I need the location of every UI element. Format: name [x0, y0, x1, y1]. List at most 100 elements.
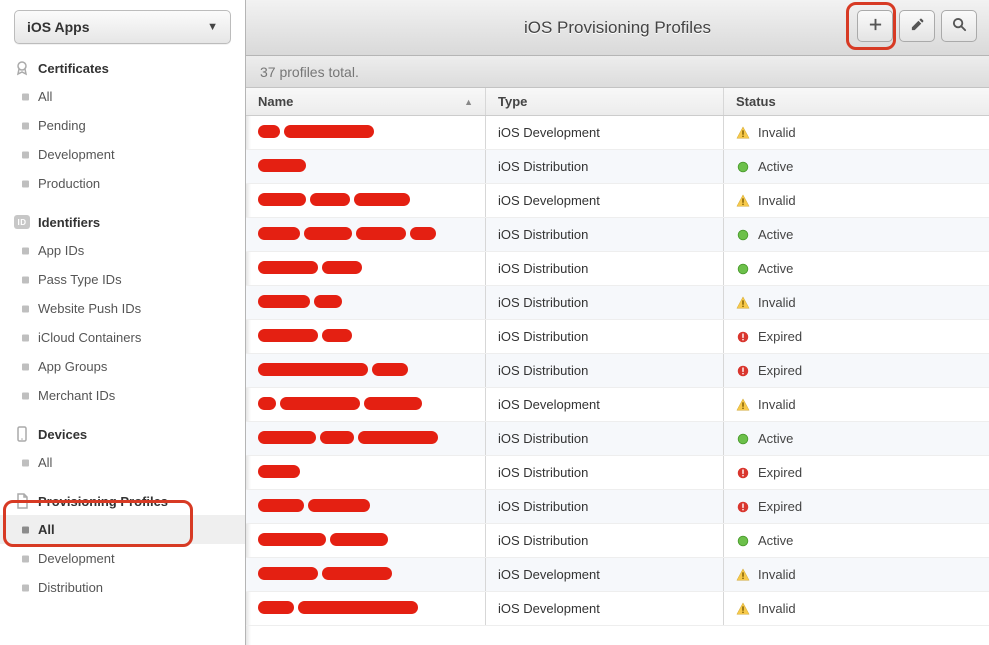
warning-icon: [736, 126, 750, 140]
cell-name: [246, 116, 486, 149]
column-header-name[interactable]: Name ▲: [246, 88, 486, 115]
sidebar-item-all[interactable]: All: [0, 515, 245, 544]
sidebar-item-app-groups[interactable]: App Groups: [0, 352, 245, 381]
cell-type: iOS Distribution: [486, 252, 724, 285]
sidebar-item-all[interactable]: All: [0, 82, 245, 111]
count-text: 37 profiles total.: [260, 64, 359, 80]
page-title: iOS Provisioning Profiles: [524, 18, 711, 38]
cell-status: Invalid: [724, 193, 989, 208]
cell-status: Active: [724, 227, 989, 242]
table-row[interactable]: iOS DistributionActive: [246, 252, 989, 286]
cell-type: iOS Distribution: [486, 456, 724, 489]
table-row[interactable]: iOS DevelopmentInvalid: [246, 184, 989, 218]
section-title: Identifiers: [38, 215, 100, 230]
table-row[interactable]: iOS DistributionExpired: [246, 490, 989, 524]
sidebar-section-provisioning-profiles[interactable]: Provisioning Profiles: [0, 487, 245, 515]
cell-type: iOS Distribution: [486, 320, 724, 353]
device-icon: [14, 426, 30, 442]
table-row[interactable]: iOS Distribution Expired: [246, 320, 989, 354]
redacted-name: [258, 431, 438, 447]
cell-name: [246, 558, 486, 591]
sidebar-section-certificates[interactable]: Certificates: [0, 54, 245, 82]
toolbar: iOS Provisioning Profiles: [246, 0, 989, 56]
status-label: Expired: [758, 329, 802, 344]
warning-icon: [736, 194, 750, 208]
cell-type: iOS Distribution: [486, 422, 724, 455]
app-category-dropdown[interactable]: iOS Apps ▼: [14, 10, 231, 44]
sidebar-item-production[interactable]: Production: [0, 169, 245, 198]
table-row[interactable]: iOS DistributionInvalid: [246, 286, 989, 320]
cell-status: Invalid: [724, 397, 989, 412]
add-button[interactable]: [857, 10, 893, 42]
sidebar-item-distribution[interactable]: Distribution: [0, 573, 245, 602]
cell-status: Invalid: [724, 567, 989, 582]
sidebar-item-icloud-containers[interactable]: iCloud Containers: [0, 323, 245, 352]
warning-icon: [736, 296, 750, 310]
section-title: Devices: [38, 427, 87, 442]
sidebar-item-app-ids[interactable]: App IDs: [0, 236, 245, 265]
expired-icon: [736, 364, 750, 378]
table-row[interactable]: iOS DistributionActive: [246, 524, 989, 558]
cell-type: iOS Distribution: [486, 218, 724, 251]
cell-name: [246, 252, 486, 285]
status-label: Expired: [758, 465, 802, 480]
search-icon: [952, 17, 967, 35]
table-row[interactable]: iOS DevelopmentInvalid: [246, 116, 989, 150]
cell-type: iOS Development: [486, 116, 724, 149]
cell-name: [246, 354, 486, 387]
cell-type: iOS Distribution: [486, 286, 724, 319]
cell-name: [246, 422, 486, 455]
sidebar-item-pass-type-ids[interactable]: Pass Type IDs: [0, 265, 245, 294]
active-dot-icon: [736, 160, 750, 174]
table-row[interactable]: iOS DevelopmentInvalid: [246, 558, 989, 592]
edit-button[interactable]: [899, 10, 935, 42]
sidebar-item-development[interactable]: Development: [0, 140, 245, 169]
redacted-name: [258, 193, 410, 209]
cell-name: [246, 150, 486, 183]
status-label: Active: [758, 227, 793, 242]
status-label: Invalid: [758, 601, 796, 616]
table-row[interactable]: iOS DistributionActive: [246, 422, 989, 456]
column-header-type[interactable]: Type: [486, 88, 724, 115]
sidebar-item-all[interactable]: All: [0, 448, 245, 477]
redacted-name: [258, 397, 422, 413]
cell-status: Invalid: [724, 295, 989, 310]
cell-name: [246, 592, 486, 625]
expired-icon: [736, 330, 750, 344]
cell-name: [246, 184, 486, 217]
redacted-name: [258, 261, 362, 277]
search-button[interactable]: [941, 10, 977, 42]
table-row[interactable]: iOS DevelopmentInvalid: [246, 592, 989, 626]
cell-name: [246, 524, 486, 557]
cell-status: Invalid: [724, 601, 989, 616]
cell-type: iOS Development: [486, 388, 724, 421]
table-row[interactable]: iOS DevelopmentInvalid: [246, 388, 989, 422]
column-header-status[interactable]: Status: [724, 94, 989, 109]
section-title: Provisioning Profiles: [38, 494, 168, 509]
cell-status: Active: [724, 431, 989, 446]
cell-status: Expired: [724, 499, 989, 514]
cell-type: iOS Distribution: [486, 490, 724, 523]
table-row[interactable]: iOS Distribution Active: [246, 218, 989, 252]
cell-status: Expired: [724, 465, 989, 480]
warning-icon: [736, 398, 750, 412]
status-label: Active: [758, 159, 793, 174]
redacted-name: [258, 533, 388, 549]
cell-status: Expired: [724, 329, 989, 344]
cell-status: Active: [724, 159, 989, 174]
sidebar-item-merchant-ids[interactable]: Merchant IDs: [0, 381, 245, 410]
cell-name: [246, 320, 486, 353]
sidebar-item-development[interactable]: Development: [0, 544, 245, 573]
redacted-name: [258, 329, 352, 345]
expired-icon: [736, 500, 750, 514]
sidebar-item-pending[interactable]: Pending: [0, 111, 245, 140]
sidebar-section-identifiers[interactable]: IDIdentifiers: [0, 208, 245, 236]
table-row[interactable]: iOS DistributionActive: [246, 150, 989, 184]
cell-name: [246, 286, 486, 319]
table-row[interactable]: iOS DistributionExpired: [246, 354, 989, 388]
expired-icon: [736, 466, 750, 480]
sidebar-section-devices[interactable]: Devices: [0, 420, 245, 448]
sidebar-item-website-push-ids[interactable]: Website Push IDs: [0, 294, 245, 323]
cell-status: Invalid: [724, 125, 989, 140]
table-row[interactable]: iOS Distribution Expired: [246, 456, 989, 490]
